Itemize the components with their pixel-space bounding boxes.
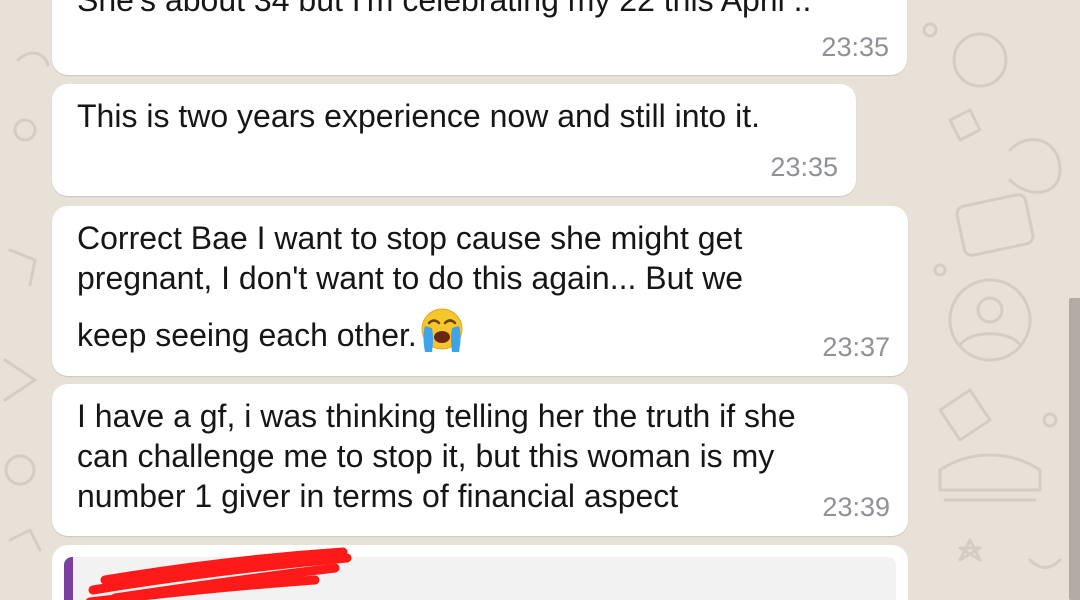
message-timestamp: 23:39 xyxy=(822,492,890,522)
message-line: keep seeing each other. xyxy=(77,317,417,353)
message-line: number 1 giver in terms of financial asp… xyxy=(77,478,679,514)
crying-face-emoji-icon xyxy=(421,308,463,352)
message-text: She's about 34 but I'm celebrating my 22… xyxy=(77,0,812,18)
message-timestamp: 23:35 xyxy=(770,152,838,182)
message-text: I have a gf, i was thinking telling her … xyxy=(77,396,796,516)
message-line: pregnant, I don't want to do this again.… xyxy=(77,260,744,296)
message-line: can challenge me to stop it, but this wo… xyxy=(77,438,775,474)
message-line: Correct Bae I want to stop cause she mig… xyxy=(77,220,743,256)
message-bubble[interactable]: This is two years experience now and sti… xyxy=(52,84,856,196)
scrollbar[interactable] xyxy=(1069,298,1080,600)
message-bubble[interactable]: She's about 34 but I'm celebrating my 22… xyxy=(52,0,907,75)
message-timestamp: 23:37 xyxy=(822,332,890,362)
message-bubble[interactable]: I have a gf, i was thinking telling her … xyxy=(52,384,908,536)
message-timestamp: 23:35 xyxy=(821,32,889,62)
message-text: Correct Bae I want to stop cause she mig… xyxy=(77,218,743,355)
message-text: This is two years experience now and sti… xyxy=(77,98,760,134)
message-line-with-emoji: keep seeing each other. xyxy=(77,306,743,355)
red-scribble-redaction xyxy=(85,547,352,600)
message-line: I have a gf, i was thinking telling her … xyxy=(77,398,796,434)
quote-accent-bar xyxy=(64,557,73,600)
message-bubble[interactable]: Correct Bae I want to stop cause she mig… xyxy=(52,206,908,376)
